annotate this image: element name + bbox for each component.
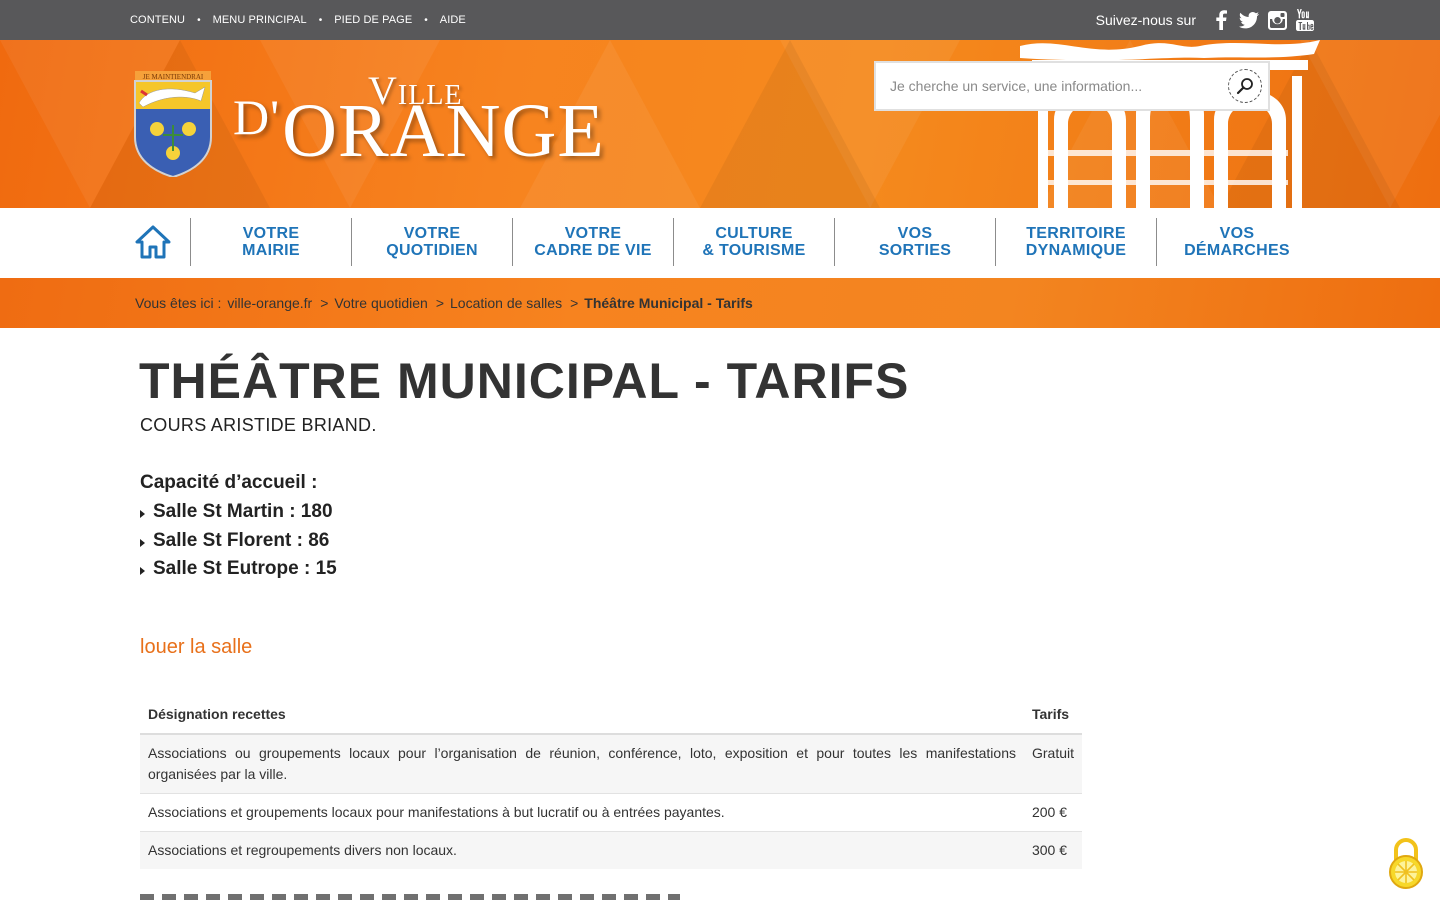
breadcrumb-separator: > <box>570 295 579 311</box>
follow-label: Suivez-nous sur <box>1095 12 1196 28</box>
table-cell-tarif: 300 € <box>1023 831 1082 869</box>
rent-room-link[interactable]: louer la salle <box>140 636 252 659</box>
page-title: THÉÂTRE MUNICIPAL - TARIFS <box>139 353 910 409</box>
breadcrumb-link-location-de-salles[interactable]: Location de salles <box>450 295 562 311</box>
instagram-icon[interactable] <box>1266 9 1288 31</box>
social-links: Suivez-nous sur <box>1096 0 1316 40</box>
separator-dot: • <box>424 14 428 26</box>
site-header: JE MAINTIENDRAI Ville D'ORANGE <box>0 40 1440 208</box>
page-subtitle: COURS ARISTIDE BRIAND. <box>140 415 377 435</box>
nav-item-label: Votre Quotidien <box>386 225 478 259</box>
nav-item-label: Territoire Dynamique <box>1025 225 1127 259</box>
home-icon[interactable] <box>134 224 172 260</box>
bullet-arrow-icon <box>140 510 145 519</box>
column-header-tarifs: Tarifs <box>1023 694 1082 735</box>
skip-link-main-menu[interactable]: MENU PRINCIPAL <box>213 14 307 26</box>
nav-item-votre-quotidien[interactable]: Votre Quotidien <box>351 218 512 266</box>
youtube-icon[interactable] <box>1294 9 1316 31</box>
breadcrumb: Vous êtes ici : ville-orange.fr > Votre … <box>135 278 753 328</box>
nav-item-votre-cadre-de-vie[interactable]: Votre Cadre de vie <box>512 218 673 266</box>
breadcrumb-link-votre-quotidien[interactable]: Votre quotidien <box>334 295 427 311</box>
nav-item-label: Votre Mairie <box>242 225 300 259</box>
search-button[interactable] <box>1228 69 1262 103</box>
lock-icon[interactable] <box>1386 838 1426 890</box>
table-row: Associations ou groupements locaux pour … <box>140 733 1082 794</box>
bullet-arrow-icon <box>140 567 145 576</box>
cut-off-text-line <box>140 894 680 900</box>
list-item: Salle St Eutrope : 15 <box>140 555 337 584</box>
logo-d-text: D' <box>233 89 281 145</box>
table-cell-tarif: Gratuit <box>1023 733 1082 794</box>
skip-link-help[interactable]: AIDE <box>440 14 466 26</box>
breadcrumb-separator: > <box>435 295 444 311</box>
nav-item-label: Vos Démarches <box>1184 225 1290 259</box>
crest-motto: JE MAINTIENDRAI <box>143 73 204 81</box>
breadcrumb-bar: Vous êtes ici : ville-orange.fr > Votre … <box>0 278 1440 328</box>
top-bar: CONTENU • MENU PRINCIPAL • PIED DE PAGE … <box>0 0 1440 40</box>
table-row: Associations et regroupements divers non… <box>140 831 1082 869</box>
column-header-designation: Désignation recettes <box>140 694 1024 735</box>
table-cell-designation: Associations et groupements locaux pour … <box>140 793 1024 832</box>
table-cell-designation: Associations et regroupements divers non… <box>140 831 1024 869</box>
city-crest-logo: JE MAINTIENDRAI <box>134 71 212 177</box>
separator-dot: • <box>318 14 323 26</box>
logo-orange-text: D'ORANGE <box>233 92 605 169</box>
table-cell-tarif: 200 € <box>1023 793 1082 832</box>
table-row: Associations et groupements locaux pour … <box>140 793 1082 832</box>
table-header-row: Désignation recettes Tarifs <box>140 694 1082 735</box>
bullet-arrow-icon <box>140 538 145 547</box>
logo-orange-word: ORANGE <box>282 89 605 173</box>
nav-item-culture-tourisme[interactable]: Culture & Tourisme <box>673 218 834 266</box>
list-item: Salle St Martin : 180 <box>140 498 337 527</box>
capacity-list: Salle St Martin : 180 Salle St Florent :… <box>140 498 337 584</box>
list-item: Salle St Florent : 86 <box>140 527 337 556</box>
nav-item-votre-mairie[interactable]: Votre Mairie <box>190 218 351 266</box>
separator-dot: • <box>197 14 201 26</box>
search-box <box>874 61 1270 111</box>
skip-link-content[interactable]: CONTENU <box>130 14 185 26</box>
nav-item-vos-sorties[interactable]: Vos Sorties <box>834 218 995 266</box>
search-input[interactable] <box>890 63 1220 109</box>
skip-link-footer[interactable]: PIED DE PAGE <box>334 14 412 26</box>
nav-item-label: Votre Cadre de vie <box>534 225 652 259</box>
capacity-title: Capacité d’accueil : <box>140 472 318 493</box>
table-cell-designation: Associations ou groupements locaux pour … <box>140 733 1024 794</box>
breadcrumb-current: Théâtre Municipal - Tarifs <box>584 295 753 311</box>
pricing-table: Désignation recettes Tarifs Associations… <box>140 694 1082 869</box>
breadcrumb-separator: > <box>320 295 329 311</box>
twitter-icon[interactable] <box>1238 9 1260 31</box>
skip-links: CONTENU • MENU PRINCIPAL • PIED DE PAGE … <box>130 0 466 40</box>
nav-item-label: Vos Sorties <box>878 225 952 259</box>
nav-item-vos-demarches[interactable]: Vos Démarches <box>1156 218 1317 266</box>
search-icon <box>1236 78 1253 95</box>
facebook-icon[interactable] <box>1210 9 1232 31</box>
breadcrumb-link-home[interactable]: ville-orange.fr <box>227 295 312 311</box>
nav-item-territoire-dynamique[interactable]: Territoire Dynamique <box>995 218 1156 266</box>
main-navigation: Votre Mairie Votre Quotidien Votre Cadre de… <box>0 208 1433 278</box>
nav-item-label: Culture & Tourisme <box>702 225 806 259</box>
breadcrumb-prefix: Vous êtes ici : <box>135 295 222 311</box>
